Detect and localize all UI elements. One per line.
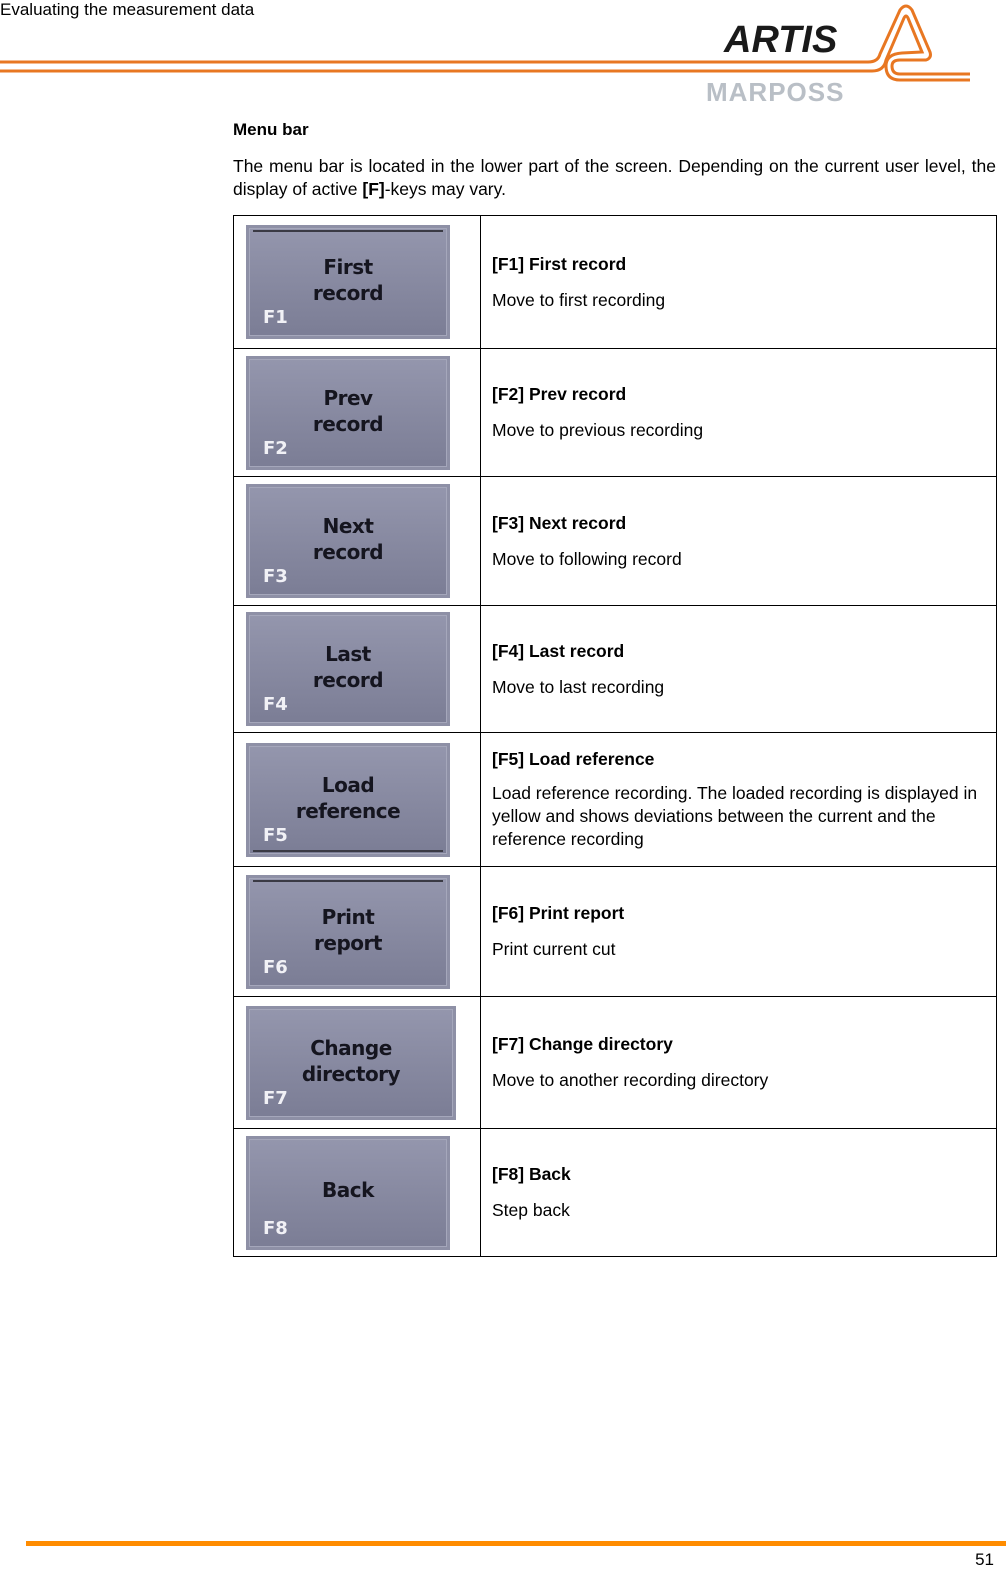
key-title: [F3] Next record [492, 512, 627, 533]
description-cell: [F5] Load reference Load reference recor… [480, 732, 997, 867]
button-image-cell: Load reference F5 [233, 732, 481, 867]
description-cell: [F8] Back Step back [480, 1128, 997, 1257]
button-label: record [312, 668, 384, 692]
key-title: [F1] First record [492, 253, 627, 274]
key-description: Move to following record [492, 548, 682, 569]
function-key-label: F1 [263, 307, 288, 328]
button-label: Next [322, 514, 374, 538]
description-cell: [F4] Last record Move to last recording [480, 605, 997, 733]
table-row: Change directory F7 [F7] Change directory… [233, 996, 997, 1129]
key-description: Load reference recording. The loaded rec… [492, 783, 978, 849]
table-row: Load reference F5 [F5] Load reference Loa… [233, 732, 997, 867]
button-label: report [314, 930, 382, 955]
key-title: [F6] Print report [492, 903, 625, 923]
description-cell: [F7] Change directory Move to another re… [480, 996, 997, 1129]
button-image-cell: Print report F6 [233, 866, 481, 997]
f8-back-button: Back F8 [246, 1135, 450, 1250]
page-number: 51 [975, 1550, 994, 1569]
description-cell: [F3] Next record Move to following recor… [480, 476, 997, 606]
button-image-cell: Last record F4 [233, 605, 481, 733]
button-label: directory [301, 1061, 401, 1086]
button-label: Print [321, 904, 375, 929]
table-row: Back F8 [F8] Back Step back [233, 1128, 997, 1257]
key-description: Move to first recording [492, 289, 666, 310]
button-image-cell: Next record F3 [233, 476, 481, 606]
key-title: [F4] Last record [492, 640, 625, 661]
f6-print-report-button: Print report F6 [246, 874, 450, 989]
intro-fkey: [F] [362, 179, 385, 199]
logo-marposs-text: MARPOSS [706, 77, 844, 105]
button-label: reference [295, 798, 401, 823]
f7-change-directory-button: Change directory F7 [246, 1005, 456, 1120]
f2-prev-record-button: Prev record F2 [246, 355, 450, 470]
f3-next-record-button: Next record F3 [246, 484, 450, 598]
f1-first-record-button: First record F1 [246, 225, 450, 339]
section-heading: Menu bar [233, 120, 309, 139]
button-label: record [312, 281, 384, 305]
fkeys-table: First record F1 [F1] First record Move to… [233, 215, 997, 1257]
f4-last-record-button: Last record F4 [246, 612, 450, 726]
key-description: Move to another recording directory [492, 1070, 769, 1090]
function-key-label: F6 [263, 956, 288, 978]
button-label: Change [310, 1035, 392, 1060]
description-cell: [F2] Prev record Move to previous record… [480, 348, 997, 477]
function-key-label: F7 [263, 1087, 288, 1109]
function-key-label: F8 [263, 1217, 288, 1239]
button-label: record [312, 411, 384, 436]
description-cell: [F1] First record Move to first recordin… [480, 215, 997, 349]
button-image-cell: First record F1 [233, 215, 481, 349]
artis-marposs-logo: ARTIS MARPOSS [0, 4, 970, 105]
button-image-cell: Change directory F7 [233, 996, 481, 1129]
intro-text-end: -keys may vary. [384, 179, 506, 199]
function-key-label: F4 [263, 694, 288, 715]
logo-artis-text: ARTIS [723, 19, 837, 61]
key-description: Step back [492, 1200, 570, 1220]
button-label: Last [325, 642, 371, 666]
key-title: [F5] Load reference [492, 749, 655, 769]
button-image-cell: Back F8 [233, 1128, 481, 1257]
table-row: Prev record F2 [F2] Prev record Move to p… [233, 348, 997, 477]
description-cell: [F6] Print report Print current cut [480, 866, 997, 997]
button-label: Back [322, 1177, 374, 1202]
key-description: Move to previous recording [492, 420, 704, 440]
button-label: First [323, 255, 373, 279]
table-row: Print report F6 [F6] Print report Print c… [233, 866, 997, 997]
key-description: Print current cut [492, 939, 616, 959]
function-key-label: F5 [263, 824, 288, 846]
intro-paragraph: The menu bar is located in the lower par… [233, 155, 996, 201]
button-image-cell: Prev record F2 [233, 348, 481, 477]
button-label: record [312, 540, 384, 564]
key-title: [F2] Prev record [492, 384, 627, 404]
key-title: [F8] Back [492, 1164, 571, 1184]
function-key-label: F3 [263, 566, 288, 587]
button-label: Prev [323, 385, 373, 410]
f5-load-reference-button: Load reference F5 [246, 742, 450, 857]
table-row: Last record F4 [F4] Last record Move to l… [233, 605, 997, 733]
function-key-label: F2 [263, 437, 288, 459]
button-label: Load [321, 772, 375, 797]
table-row: Next record F3 [F3] Next record Move to f… [233, 476, 997, 606]
intro-text: The menu bar is located in the lower par… [233, 156, 996, 199]
key-title: [F7] Change directory [492, 1034, 673, 1054]
footer-divider [26, 1541, 1006, 1546]
table-row: First record F1 [F1] First record Move to… [233, 215, 997, 349]
key-description: Move to last recording [492, 676, 665, 697]
